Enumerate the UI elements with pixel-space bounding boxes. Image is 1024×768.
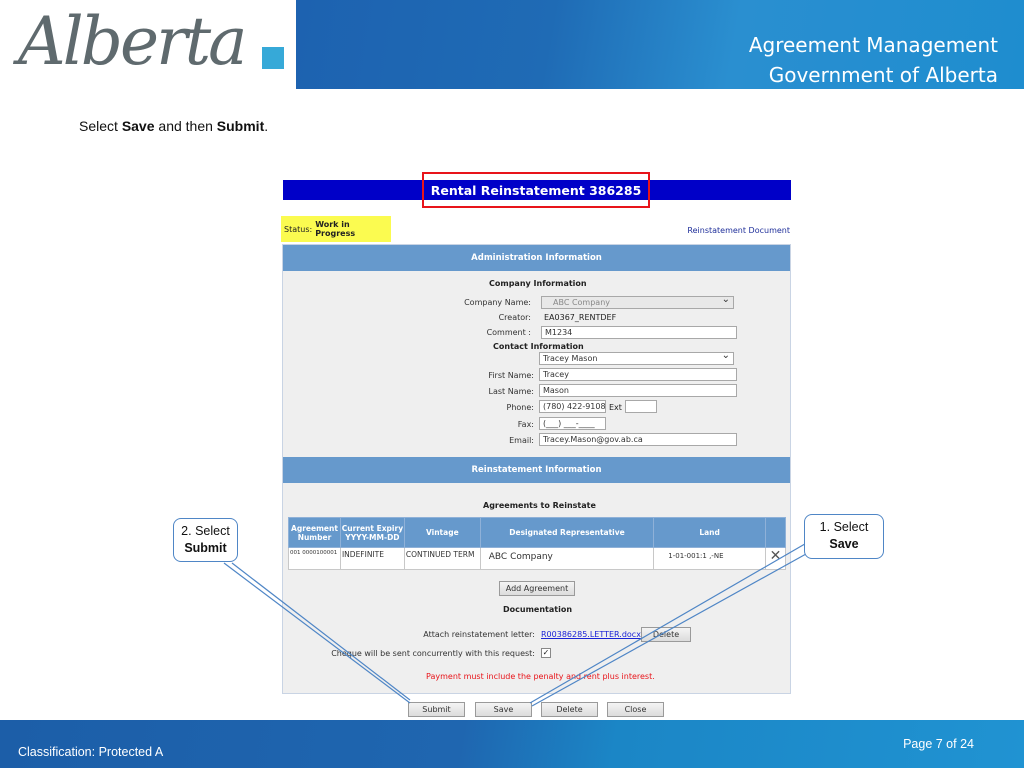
classification-label: Classification: Protected A [18, 745, 164, 759]
form-panel: Administration Information Company Infor… [282, 244, 791, 694]
instruction-submit: Submit [216, 118, 265, 134]
instruction-suffix: . [264, 118, 269, 134]
col-vintage: Vintage [403, 517, 481, 548]
instruction-save: Save [121, 118, 155, 134]
company-information-title: Company Information [489, 279, 587, 288]
administration-information-header: Administration Information [283, 245, 790, 271]
email-label: Email: [509, 436, 534, 445]
company-name-value: ABC Company [553, 298, 611, 307]
delete-letter-button[interactable]: Delete [641, 627, 691, 642]
instruction-prefix: Select [79, 118, 122, 134]
status-badge: Status: Work in Progress [281, 216, 391, 242]
agreements-table: Agreement Number Current Expiry YYYY-MM-… [288, 517, 787, 570]
status-value: Work in Progress [315, 220, 356, 238]
page-number: Page 7 of 24 [903, 737, 974, 751]
phone-input[interactable]: (780) 422-9108 [539, 400, 606, 413]
fax-input[interactable]: (___) ___-____ [539, 417, 606, 430]
submit-callout-word: Submit [184, 541, 227, 555]
form-title-highlight: Rental Reinstatement 386285 [422, 172, 650, 208]
agreements-to-reinstate-title: Agreements to Reinstate [483, 501, 596, 510]
last-name-input[interactable]: Mason [539, 384, 737, 397]
agreements-table-header: Agreement Number Current Expiry YYYY-MM-… [288, 517, 787, 548]
cell-land: 1-01-001:1 ,-NE [653, 547, 766, 570]
rental-reinstatement-form: Rental Reinstatement 386285 Status: Work … [277, 172, 795, 720]
header-title-line2: Government of Alberta [768, 63, 998, 87]
contact-information-title: Contact Information [493, 342, 584, 351]
reinstatement-document-link[interactable]: Reinstatement Document [687, 226, 790, 235]
first-name-input[interactable]: Tracey [539, 368, 737, 381]
save-callout-word: Save [829, 537, 859, 551]
submit-callout-step: 2. Select [181, 524, 230, 538]
form-title: Rental Reinstatement 386285 [430, 182, 642, 198]
contact-select[interactable]: Tracey Mason [539, 352, 734, 365]
reinstatement-information-header: Reinstatement Information [283, 457, 790, 483]
col-actions [764, 517, 787, 548]
company-name-label: Company Name: [464, 298, 531, 307]
first-name-label: First Name: [488, 371, 534, 380]
col-land: Land [653, 517, 766, 548]
cell-agreement-number: 001 0000100001 [288, 547, 341, 570]
header-band: Agreement Management Government of Alber… [296, 0, 1024, 89]
ext-label: Ext [609, 403, 622, 412]
cell-current-expiry: INDEFINITE [339, 547, 405, 570]
comment-input[interactable]: M1234 [541, 326, 737, 339]
instruction-middle: and then [154, 118, 217, 134]
close-button[interactable]: Close [607, 702, 664, 717]
creator-value: EA0367_RENTDEF [544, 313, 617, 322]
last-name-label: Last Name: [488, 387, 534, 396]
phone-label: Phone: [506, 403, 534, 412]
submit-callout: 2. Select Submit [173, 518, 238, 562]
cheque-label: Cheque will be sent concurrently with th… [331, 649, 535, 658]
col-agreement-number: Agreement Number [288, 517, 341, 548]
alberta-logo-square-icon [262, 47, 284, 69]
instruction-text: Select Save and then Submit. [79, 118, 268, 134]
remove-agreement-icon[interactable]: ✕ [764, 547, 787, 570]
fax-label: Fax: [517, 420, 534, 429]
alberta-logo: Alberta [0, 0, 296, 89]
header-title: Agreement Management Government of Alber… [749, 30, 998, 90]
payment-warning: Payment must include the penalty and ren… [426, 672, 655, 681]
save-button[interactable]: Save [475, 702, 532, 717]
status-label: Status: [284, 224, 313, 234]
email-input[interactable]: Tracey.Mason@gov.ab.ca [539, 433, 737, 446]
company-name-select[interactable]: ABC Company [541, 296, 734, 309]
add-agreement-button[interactable]: Add Agreement [499, 581, 575, 596]
alberta-logo-text: Alberta [18, 3, 247, 80]
slide-footer: Classification: Protected A Page 7 of 24 [0, 720, 1024, 768]
cheque-checkbox[interactable]: ✓ [541, 648, 551, 658]
delete-button[interactable]: Delete [541, 702, 598, 717]
cell-designated-representative: ABC Company [479, 547, 655, 570]
ext-input[interactable] [625, 400, 657, 413]
comment-label: Comment : [486, 328, 531, 337]
creator-label: Creator: [498, 313, 531, 322]
save-callout-step: 1. Select [819, 520, 869, 534]
submit-button[interactable]: Submit [408, 702, 465, 717]
documentation-title: Documentation [503, 605, 573, 614]
header-title-line1: Agreement Management [748, 33, 998, 57]
col-current-expiry: Current Expiry YYYY-MM-DD [339, 517, 405, 548]
col-designated-representative: Designated Representative [479, 517, 655, 548]
slide-header: Alberta Agreement Management Government … [0, 0, 1024, 89]
table-row: 001 0000100001 INDEFINITE CONTINUED TERM… [288, 547, 787, 570]
save-callout: 1. Select Save [804, 514, 884, 559]
cell-vintage: CONTINUED TERM [403, 547, 481, 570]
attach-letter-label: Attach reinstatement letter: [423, 630, 535, 639]
attach-letter-file-link[interactable]: R00386285.LETTER.docx [541, 630, 641, 639]
